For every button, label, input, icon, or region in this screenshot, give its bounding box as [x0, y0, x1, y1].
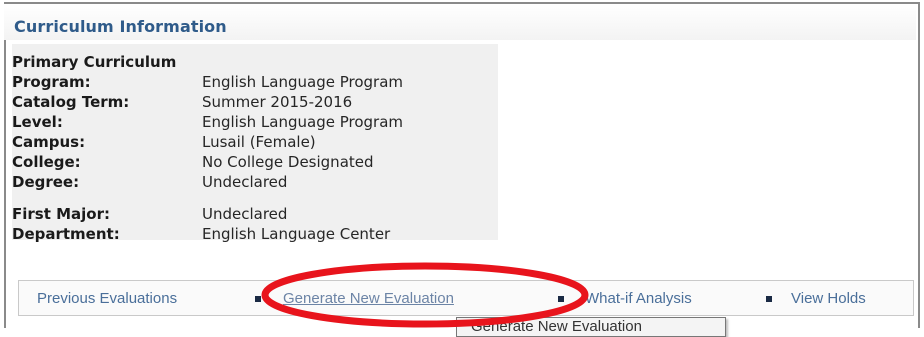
evaluation-actions-bar: Previous Evaluations Generate New Evalua… [18, 280, 914, 316]
primary-curriculum-heading: Primary Curriculum [12, 53, 177, 71]
info-row-college: College: No College Designated [12, 152, 374, 172]
info-value: English Language Program [202, 113, 404, 131]
link-tooltip: Generate New Evaluation [456, 317, 726, 337]
info-row-department: Department: English Language Center [12, 224, 390, 244]
info-row-degree: Degree: Undeclared [12, 172, 287, 192]
info-label: First Major: [12, 205, 110, 223]
info-row-catalog-term: Catalog Term: Summer 2015-2016 [12, 92, 352, 112]
what-if-analysis-link[interactable]: What-if Analysis [585, 290, 692, 307]
info-value: No College Designated [202, 153, 374, 171]
separator-bullet [558, 296, 564, 302]
view-holds-link[interactable]: View Holds [791, 290, 866, 307]
info-value: Lusail (Female) [202, 133, 316, 151]
info-label: Department: [12, 225, 120, 243]
info-value: English Language Center [202, 225, 391, 243]
info-label: Catalog Term: [12, 93, 130, 111]
info-row-campus: Campus: Lusail (Female) [12, 132, 316, 152]
info-label: Program: [12, 73, 91, 91]
separator-bullet [255, 296, 261, 302]
separator-bullet [766, 296, 772, 302]
info-label: Level: [12, 113, 63, 131]
info-value: English Language Program [202, 73, 404, 91]
info-label: College: [12, 153, 81, 171]
info-label: Campus: [12, 133, 86, 151]
info-value: Undeclared [202, 205, 288, 223]
section-title: Curriculum Information [14, 17, 227, 36]
generate-new-evaluation-link[interactable]: Generate New Evaluation [283, 290, 454, 307]
info-label: Degree: [12, 173, 80, 191]
info-value: Summer 2015-2016 [202, 93, 353, 111]
previous-evaluations-link[interactable]: Previous Evaluations [37, 290, 177, 307]
section-header: Curriculum Information [4, 4, 916, 40]
info-row-first-major: First Major: Undeclared [12, 204, 287, 224]
info-row-program: Program: English Language Program [12, 72, 403, 92]
info-row-level: Level: English Language Program [12, 112, 403, 132]
info-value: Undeclared [202, 173, 288, 191]
